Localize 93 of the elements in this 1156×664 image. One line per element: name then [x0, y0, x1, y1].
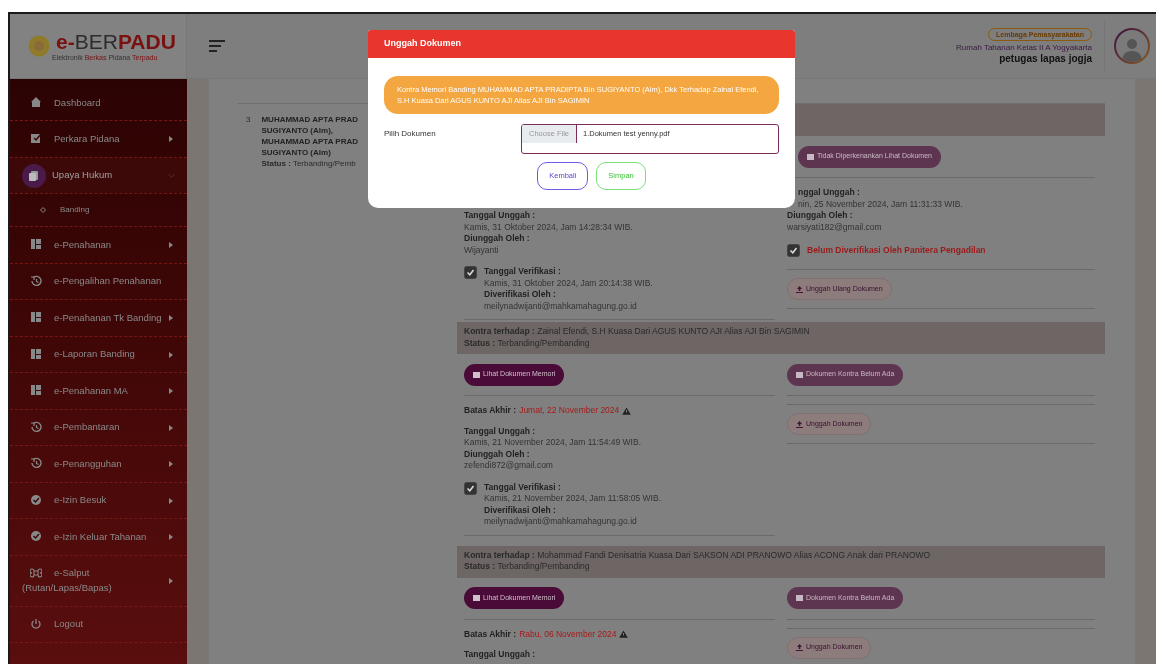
emblem-icon: [28, 35, 50, 57]
upload-icon: [796, 420, 803, 428]
app-logo-title: e-BERPADU: [56, 30, 176, 53]
command-icon: [30, 566, 42, 579]
chevron-down-icon: [168, 173, 175, 179]
checklist-icon: [30, 132, 42, 145]
sidebar-item[interactable]: e-Penangguhan: [10, 446, 187, 482]
party-name: SUGIYANTO (Alm),: [261, 125, 335, 136]
sidebar-item[interactable]: e-Pembantaran: [10, 409, 187, 446]
deadline-date: Jumat, 22 November 2024: [519, 405, 620, 417]
uploader-label: Diunggah Oleh :: [787, 210, 854, 222]
caret-right-icon: [169, 242, 173, 249]
upload-date-label: Tanggal Unggah :: [464, 210, 537, 222]
diamond-icon: [40, 207, 46, 214]
party-name: MUHAMMAD APTA PRAD: [261, 136, 359, 147]
caret-right-icon: [169, 351, 173, 358]
party-status: Status : Terbanding/Pemb: [261, 158, 357, 169]
uploader-label: Diunggah Oleh :: [464, 233, 531, 245]
menu-icon[interactable]: [209, 40, 225, 52]
kontra-status: Status : Terbanding/Pembanding: [464, 337, 591, 349]
deadline-date: Rabu, 06 November 2024: [519, 628, 617, 640]
sidebar-item[interactable]: e-Penahanan: [10, 227, 187, 263]
verifier-label: Diverifikasi Oleh :: [484, 289, 557, 301]
sidebar-item[interactable]: Perkara Pidana: [10, 121, 187, 157]
deadline-label: Batas Akhir :: [464, 405, 517, 417]
badge-check-icon: [30, 493, 42, 506]
caret-right-icon: [169, 315, 173, 322]
sidebar-item[interactable]: e-Izin Besuk: [10, 482, 187, 519]
history-icon: [30, 420, 42, 433]
caret-right-icon: [169, 388, 173, 395]
verification-date: Kamis, 31 Oktober 2024, Jam 20:14:38 WIB.: [484, 277, 653, 289]
user-name: petugas lapas jogja: [999, 52, 1092, 65]
party-name: MUHAMMAD APTA PRAD: [261, 114, 359, 125]
sidebar-item[interactable]: e-Salput (Rutan/Lapas/Bapas): [10, 555, 187, 606]
caret-right-icon: [169, 461, 173, 468]
warning-icon: [622, 406, 632, 415]
institution-name: Rumah Tahanan Kelas II A Yogyakarta: [956, 41, 1092, 53]
caret-right-icon: [169, 534, 173, 541]
archive-icon: [473, 371, 480, 378]
warning-icon: [619, 630, 629, 639]
verifier-label: Diverifikasi Oleh :: [484, 504, 557, 516]
grid-icon: [30, 238, 42, 251]
kontra-status: Status : Terbanding/Pembanding: [464, 561, 591, 573]
upload-date: Kamis, 31 Oktober 2024, Jam 14:28:34 WIB.: [464, 221, 634, 233]
field-label: Pilih Dokumen: [384, 128, 437, 140]
sidebar-item[interactable]: e-Penahanan Tk Banding: [10, 300, 187, 336]
caret-right-icon: [169, 497, 173, 504]
sidebar-item[interactable]: e-Laporan Banding: [10, 336, 187, 373]
uploader-label: Diunggah Oleh :: [464, 448, 531, 460]
upload-date-label: nggal Unggah :: [797, 187, 861, 199]
sidebar-item[interactable]: Upaya Hukum: [10, 157, 187, 194]
grid-icon: [30, 311, 42, 324]
caret-right-icon: [169, 577, 173, 584]
grid-icon: [30, 384, 42, 397]
archive-icon: [796, 595, 803, 601]
uploader: zefendi872@gmail.com: [464, 460, 554, 472]
deadline-label: Batas Akhir :: [464, 628, 517, 640]
sidebar-item[interactable]: e-Penahanan MA: [10, 373, 187, 409]
verification-date-label: Tanggal Verifikasi :: [484, 481, 562, 493]
uploader: warsiyati182@gmail.com: [787, 221, 883, 233]
verification-date: Kamis, 21 November 2024, Jam 11:58:05 WIB.: [484, 493, 661, 505]
kontra-text: Kontra terhadap : Mohammad Fandi Denisatria Kuasa Dari SAKSON ADI PRANOWO Alias ACONG Anak dari PRANOWO: [464, 549, 932, 561]
archive-icon: [473, 595, 480, 601]
sidebar-item[interactable]: e-Izin Keluar Tahanan: [10, 519, 187, 555]
upload-icon: [796, 644, 803, 651]
verifier: meilynadwijanti@mahkamahagung.go.id: [484, 516, 638, 528]
sidebar-item[interactable]: Dashboard: [10, 85, 187, 121]
upload-date-label: Tanggal Unggah :: [464, 425, 537, 437]
upload-date: nin, 25 November 2024, Jam 11:31:33 WIB.: [797, 198, 964, 210]
history-icon: [30, 457, 42, 470]
verification-warning: Belum Diverifikasi Oleh Panitera Pengadilan: [807, 244, 986, 257]
caret-right-icon: [169, 424, 173, 431]
archive-icon: [807, 153, 814, 160]
verifier: meilynadwijanti@mahkamahagung.go.id: [484, 300, 638, 312]
dialog-title: Unggah Dokumen: [384, 37, 461, 51]
history-icon: [30, 274, 42, 287]
caret-right-icon: [169, 136, 173, 143]
archive-icon: [796, 371, 803, 378]
sidebar-item[interactable]: Logout: [10, 606, 187, 643]
party-name: SUGIYANTO (Alm): [261, 147, 332, 158]
row-number: 3: [246, 114, 251, 126]
upload-date-label: Tanggal Unggah :: [464, 649, 537, 661]
home-icon: [30, 96, 42, 108]
logout-icon: [30, 617, 42, 630]
sidebar-item[interactable]: e-Pengalihan Penahanan: [10, 263, 187, 300]
upload-date: Kamis, 21 November 2024, Jam 11:54:49 WIB.: [464, 437, 642, 449]
user-avatar[interactable]: [1114, 28, 1150, 64]
grid-icon: [30, 347, 42, 360]
upload-icon: [796, 285, 803, 293]
uploader: Wijayanti: [464, 244, 500, 256]
verification-date-label: Tanggal Verifikasi :: [484, 266, 562, 278]
badge-check-icon: [30, 530, 42, 543]
documents-icon: [22, 163, 46, 188]
